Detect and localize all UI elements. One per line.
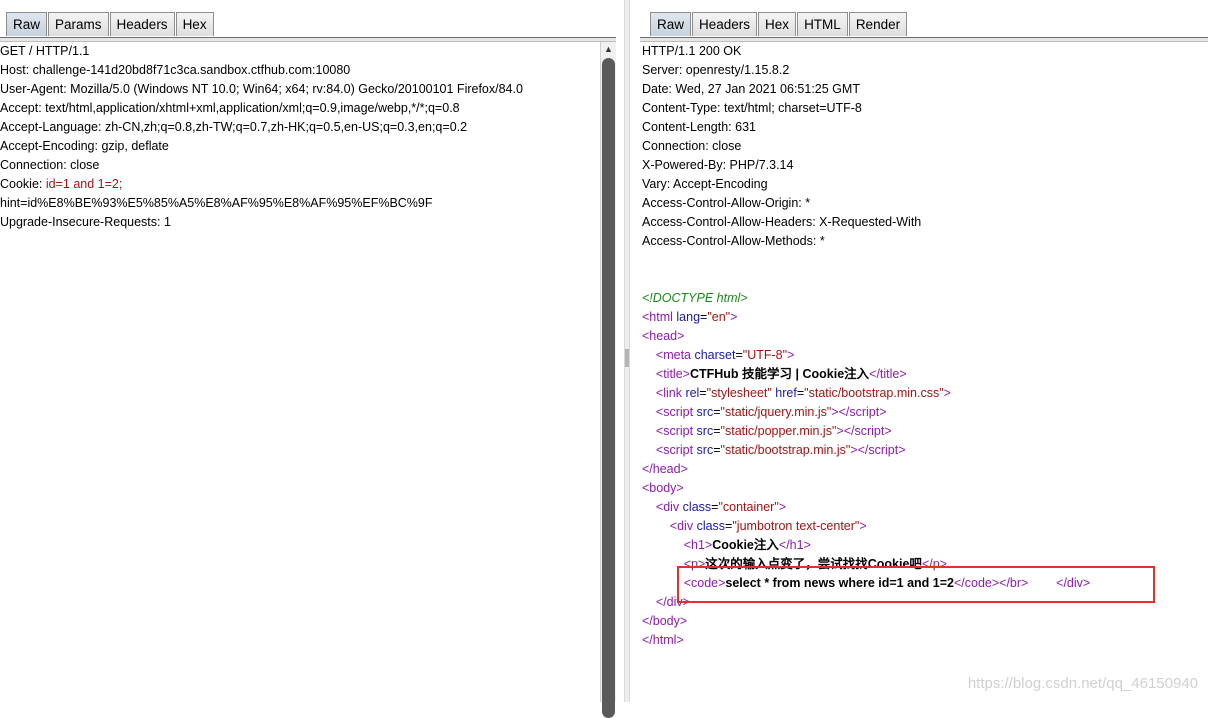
- tab-hex[interactable]: Hex: [758, 12, 797, 36]
- tab-html[interactable]: HTML: [797, 12, 848, 36]
- response-header-line: Content-Length: 631: [642, 120, 756, 134]
- request-line: User-Agent: Mozilla/5.0 (Windows NT 10.0…: [0, 82, 523, 96]
- response-header-line: Access-Control-Allow-Origin: *: [642, 196, 811, 210]
- page-title-text: CTFHub 技能学习 | Cookie注入: [689, 367, 870, 381]
- div-jumbotron-line: <div class="jumbotron text-center">: [669, 519, 867, 533]
- h1-text: Cookie注入: [712, 538, 779, 552]
- html-open-line: <html lang="en">: [642, 310, 738, 324]
- request-line: Accept-Encoding: gzip, deflate: [0, 139, 169, 153]
- response-header-line: Server: openresty/1.15.8.2: [642, 63, 790, 77]
- response-header-line: X-Powered-By: PHP/7.3.14: [642, 158, 794, 172]
- response-tabs: Raw Headers Hex HTML Render: [650, 12, 908, 38]
- request-editor[interactable]: GET / HTTP/1.1 Host: challenge-141d20bd8…: [0, 42, 616, 702]
- head-open-line: <head>: [642, 329, 685, 343]
- head-close-line: </head>: [642, 462, 688, 476]
- title-line: <title>CTFHub 技能学习 | Cookie注入</title>: [655, 367, 907, 381]
- request-line: Accept: text/html,application/xhtml+xml,…: [0, 101, 460, 115]
- cookie-label: Cookie:: [0, 177, 46, 191]
- tab-raw[interactable]: Raw: [6, 12, 48, 36]
- tab-render[interactable]: Render: [848, 12, 908, 36]
- tab-headers[interactable]: Headers: [692, 12, 758, 36]
- response-header-line: Date: Wed, 27 Jan 2021 06:51:25 GMT: [642, 82, 860, 96]
- splitter-grip-icon[interactable]: [625, 349, 629, 367]
- request-tabs: Raw Params Headers Hex: [6, 12, 215, 38]
- tab-hex[interactable]: Hex: [175, 12, 214, 36]
- tab-headers[interactable]: Headers: [109, 12, 175, 36]
- tab-params[interactable]: Params: [48, 12, 109, 36]
- link-line: <link rel="stylesheet" href="static/boot…: [655, 386, 951, 400]
- tab-raw[interactable]: Raw: [650, 12, 692, 36]
- response-header-line: Vary: Accept-Encoding: [642, 177, 768, 191]
- script-line: <script src="static/jquery.min.js"></scr…: [655, 405, 887, 419]
- doctype-line: <!DOCTYPE html>: [642, 291, 748, 305]
- scroll-thumb[interactable]: [602, 58, 615, 718]
- cookie-value: id=1 and 1=2: [45, 177, 119, 191]
- h1-line: <h1>Cookie注入</h1>: [683, 538, 811, 552]
- meta-line: <meta charset="UTF-8">: [655, 348, 795, 362]
- watermark: https://blog.csdn.net/qq_46150940: [967, 675, 1198, 692]
- cookie-line: Cookie: id=1 and 1=2;: [0, 175, 616, 194]
- response-editor[interactable]: HTTP/1.1 200 OK Server: openresty/1.15.8…: [642, 42, 1208, 702]
- highlight-annotation-box: [677, 566, 1155, 603]
- response-header-line: Connection: close: [642, 139, 742, 153]
- hint-line: hint=id%E8%BE%93%E5%85%A5%E8%AF%95%E8%AF…: [0, 196, 433, 210]
- request-line: Accept-Language: zh-CN,zh;q=0.8,zh-TW;q=…: [0, 120, 468, 134]
- html-close-line: </html>: [642, 633, 684, 647]
- response-header-line: Access-Control-Allow-Methods: *: [642, 234, 825, 248]
- pane-splitter[interactable]: [624, 0, 630, 702]
- response-header-line: Access-Control-Allow-Headers: X-Requeste…: [642, 215, 922, 229]
- body-open-line: <body>: [642, 481, 684, 495]
- request-pane: Raw Params Headers Hex GET / HTTP/1.1 Ho…: [0, 0, 616, 718]
- request-scrollbar[interactable]: ▲: [600, 42, 616, 718]
- request-line: GET / HTTP/1.1: [0, 44, 90, 58]
- request-line: Upgrade-Insecure-Requests: 1: [0, 215, 171, 229]
- cookie-separator: ;: [118, 177, 123, 191]
- response-header-line: Content-Type: text/html; charset=UTF-8: [642, 101, 862, 115]
- scroll-up-arrow-icon[interactable]: ▲: [601, 42, 616, 56]
- response-header-line: HTTP/1.1 200 OK: [642, 44, 742, 58]
- div-container-line: <div class="container">: [655, 500, 787, 514]
- script-line: <script src="static/bootstrap.min.js"></…: [655, 443, 906, 457]
- script-line: <script src="static/popper.min.js"></scr…: [655, 424, 892, 438]
- body-close-line: </body>: [642, 614, 688, 628]
- request-line: Host: challenge-141d20bd8f71c3ca.sandbox…: [0, 63, 351, 77]
- request-line: Connection: close: [0, 158, 100, 172]
